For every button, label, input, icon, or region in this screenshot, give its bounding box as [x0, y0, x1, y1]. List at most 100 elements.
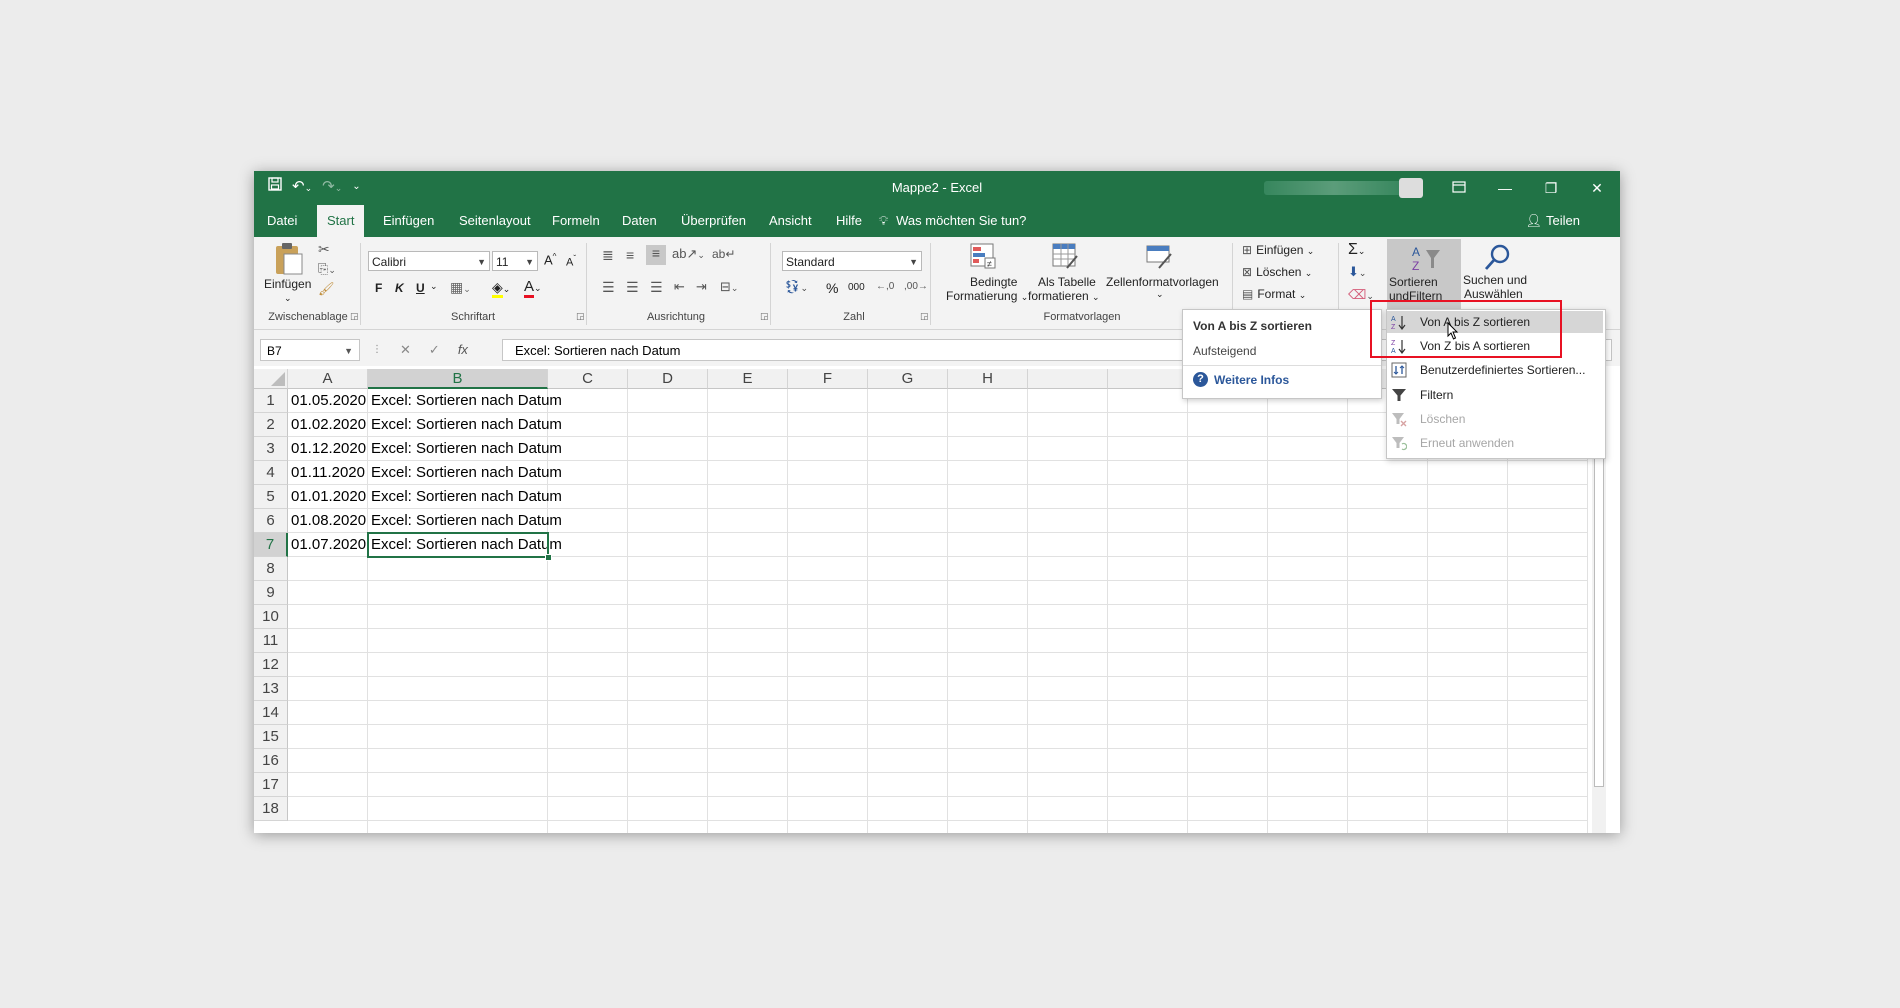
row-header[interactable]: 1	[254, 389, 288, 413]
format-painter-icon[interactable]: 🖌︎	[318, 281, 335, 297]
italic-button[interactable]: K	[395, 281, 404, 295]
cell-a4[interactable]: 01.11.2020	[288, 461, 368, 485]
menu-item-reapply[interactable]: Erneut anwenden	[1387, 432, 1603, 454]
tab-hilfe[interactable]: Hilfe	[826, 205, 872, 237]
delete-cells-button[interactable]: ⊠ Löschen ⌄	[1242, 265, 1312, 279]
border-icon[interactable]: ▦⌄	[450, 279, 471, 296]
column-header[interactable]: E	[708, 369, 788, 389]
cell-styles-dropdown-icon[interactable]: ⌄	[1156, 289, 1164, 300]
row-header[interactable]: 17	[254, 773, 288, 797]
conditional-formatting-button[interactable]: Bedingte	[970, 275, 1017, 289]
row-header[interactable]: 11	[254, 629, 288, 653]
tab-datei[interactable]: Datei	[257, 205, 307, 237]
row-header[interactable]: 16	[254, 749, 288, 773]
more-info-link[interactable]: ? Weitere Infos	[1193, 372, 1289, 387]
cell-b2[interactable]: Excel: Sortieren nach Datum	[368, 413, 562, 437]
cell-a3[interactable]: 01.12.2020	[288, 437, 368, 461]
column-header[interactable]: G	[868, 369, 948, 389]
close-icon[interactable]: ✕	[1574, 171, 1620, 205]
paste-icon[interactable]	[270, 241, 306, 277]
minimize-icon[interactable]: —	[1482, 171, 1528, 205]
menu-item-clear-filter[interactable]: Löschen	[1387, 408, 1603, 430]
clipboard-launcher-icon[interactable]: ◲	[350, 311, 359, 322]
tab-ueberpruefen[interactable]: Überprüfen	[671, 205, 756, 237]
tab-seitenlayout[interactable]: Seitenlayout	[449, 205, 541, 237]
row-header[interactable]: 18	[254, 797, 288, 821]
column-header[interactable]: C	[548, 369, 628, 389]
cell-b3[interactable]: Excel: Sortieren nach Datum	[368, 437, 562, 461]
cell-a6[interactable]: 01.08.2020	[288, 509, 368, 533]
align-top-icon[interactable]: ≣	[602, 247, 614, 264]
decrease-indent-icon[interactable]: ⇤	[674, 279, 685, 295]
fill-handle[interactable]	[545, 554, 552, 561]
tab-start[interactable]: Start	[317, 205, 365, 237]
align-bottom-icon[interactable]: ≡	[646, 245, 666, 265]
column-header[interactable]	[1108, 369, 1188, 389]
share-button[interactable]: 👤︎ Teilen	[1526, 205, 1580, 237]
increase-indent-icon[interactable]: ⇥	[696, 279, 707, 295]
align-right-icon[interactable]: ☰	[650, 279, 663, 296]
column-header[interactable]	[1028, 369, 1108, 389]
font-family-combo[interactable]: Calibri ▼	[368, 251, 490, 271]
grow-font-icon[interactable]: A^	[544, 252, 556, 267]
number-launcher-icon[interactable]: ◲	[920, 311, 929, 322]
decrease-decimal-icon[interactable]: ,00→	[904, 281, 928, 292]
avatar[interactable]	[1399, 178, 1423, 198]
enter-icon[interactable]: ✓	[429, 339, 440, 361]
cell-a5[interactable]: 01.01.2020	[288, 485, 368, 509]
row-header[interactable]: 4	[254, 461, 288, 485]
align-middle-icon[interactable]: ≡	[626, 247, 634, 263]
format-as-table-icon[interactable]	[1050, 241, 1080, 271]
orientation-icon[interactable]: ab↗⌄	[672, 246, 705, 262]
menu-item-custom-sort[interactable]: Benutzerdefiniertes Sortieren...	[1387, 359, 1603, 381]
cell-a1[interactable]: 01.05.2020	[288, 389, 368, 413]
column-header[interactable]: A	[288, 369, 368, 389]
merge-center-icon[interactable]: ⊟⌄	[720, 279, 738, 295]
font-size-combo[interactable]: 11 ▼	[492, 251, 538, 271]
column-header[interactable]: D	[628, 369, 708, 389]
align-center-icon[interactable]: ☰	[626, 279, 639, 296]
wrap-text-icon[interactable]: ab↵	[712, 247, 735, 261]
cell-a7[interactable]: 01.07.2020	[288, 533, 368, 557]
row-header[interactable]: 10	[254, 605, 288, 629]
align-left-icon[interactable]: ☰	[602, 279, 615, 296]
menu-item-filter[interactable]: Filtern	[1387, 384, 1603, 406]
cell-a2[interactable]: 01.02.2020	[288, 413, 368, 437]
cell-styles-button[interactable]: Zellenformatvorlagen	[1106, 275, 1219, 289]
tab-ansicht[interactable]: Ansicht	[759, 205, 822, 237]
ribbon-display-icon[interactable]	[1436, 171, 1482, 205]
currency-icon[interactable]: 💱︎⌄	[784, 279, 808, 295]
find-select-button[interactable]: Suchen und	[1463, 273, 1527, 287]
autosum-icon[interactable]: Σ⌄	[1348, 241, 1365, 259]
row-header[interactable]: 15	[254, 725, 288, 749]
copy-icon[interactable]: ⎘⌄	[318, 261, 336, 277]
column-header[interactable]: B	[368, 369, 548, 389]
tab-einfuegen[interactable]: Einfügen	[373, 205, 444, 237]
row-header[interactable]: 7	[254, 533, 288, 557]
alignment-launcher-icon[interactable]: ◲	[760, 311, 769, 322]
restore-icon[interactable]: ❐	[1528, 171, 1574, 205]
insert-cells-button[interactable]: ⊞ Einfügen ⌄	[1242, 243, 1314, 257]
row-header[interactable]: 5	[254, 485, 288, 509]
cell-b4[interactable]: Excel: Sortieren nach Datum	[368, 461, 562, 485]
bold-button[interactable]: F	[375, 281, 382, 295]
increase-decimal-icon[interactable]: ←,0	[876, 281, 894, 292]
row-header[interactable]: 2	[254, 413, 288, 437]
font-launcher-icon[interactable]: ◲	[576, 311, 585, 322]
percent-button[interactable]: %	[826, 280, 838, 296]
underline-dropdown-icon[interactable]: ⌄	[430, 281, 438, 292]
row-header[interactable]: 13	[254, 677, 288, 701]
cell-b6[interactable]: Excel: Sortieren nach Datum	[368, 509, 562, 533]
tab-daten[interactable]: Daten	[612, 205, 667, 237]
column-header[interactable]: F	[788, 369, 868, 389]
underline-button[interactable]: U	[416, 281, 425, 295]
paste-dropdown-icon[interactable]: ⌄	[284, 293, 292, 304]
cell-styles-icon[interactable]	[1144, 241, 1174, 271]
tell-me-box[interactable]: 💡︎ Was möchten Sie tun?	[879, 205, 1026, 237]
format-as-table-button[interactable]: Als Tabelle	[1038, 275, 1096, 289]
row-header[interactable]: 3	[254, 437, 288, 461]
fill-color-icon[interactable]: ◈⌄	[492, 279, 510, 298]
format-cells-button[interactable]: ▤ Format ⌄	[1242, 287, 1306, 301]
thousands-button[interactable]: 000	[848, 282, 865, 293]
shrink-font-icon[interactable]: Aˇ	[566, 254, 576, 269]
